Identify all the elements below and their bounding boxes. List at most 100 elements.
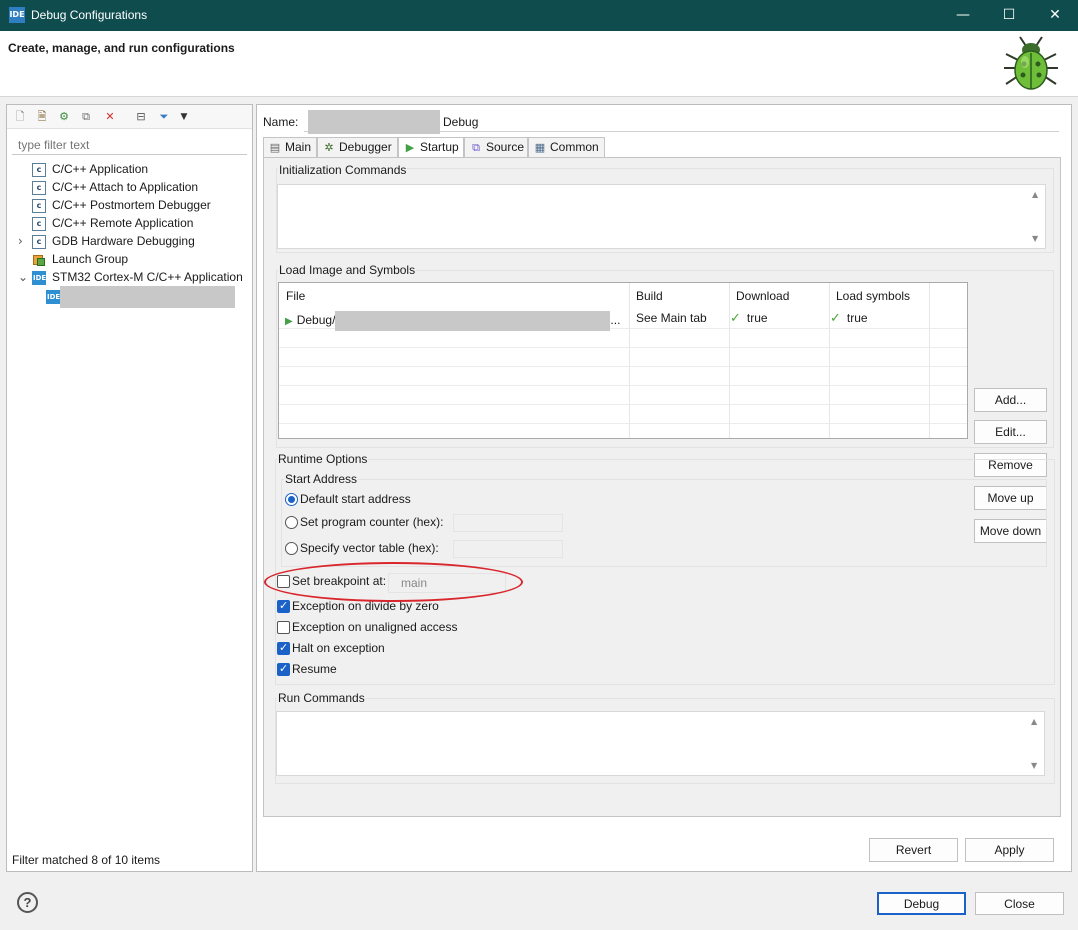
close-button[interactable]: Close (975, 892, 1064, 915)
ide-config-icon: IDE (32, 270, 46, 285)
c-config-icon: c (32, 162, 46, 177)
help-icon[interactable]: ? (17, 892, 38, 913)
c-config-icon: c (32, 198, 46, 213)
vector-table-input[interactable] (453, 540, 563, 558)
close-window-button[interactable]: ✕ (1032, 0, 1078, 31)
collapse-all-icon[interactable]: ⊟ (134, 110, 148, 124)
divide-by-zero-checkbox[interactable] (277, 599, 290, 613)
dialog-banner: Create, manage, and run configurations (0, 31, 1078, 97)
duplicate-icon[interactable]: ⧉ (79, 110, 93, 124)
unaligned-access-checkbox[interactable] (277, 621, 290, 634)
debug-bug-icon (1004, 36, 1058, 90)
new-config-icon[interactable]: 🗋 (13, 110, 27, 124)
minimize-button[interactable]: — (940, 0, 986, 31)
tree-item-cpp-postmortem[interactable]: c C/C++ Postmortem Debugger (32, 196, 211, 214)
tree-item-label: GDB Hardware Debugging (52, 234, 195, 248)
filter-icon[interactable]: ⏷ (157, 110, 171, 124)
checkmark-icon: ✓ (730, 311, 741, 326)
tab-label: Startup (420, 140, 459, 154)
init-commands-label: Initialization Commands (278, 163, 408, 177)
default-start-radio[interactable] (285, 493, 298, 506)
source-icon: ⧉ (472, 141, 480, 154)
bug-icon: ✲ (324, 141, 334, 154)
default-start-label: Default start address (300, 492, 411, 506)
tree-item-stm32-application[interactable]: ⌄ IDE STM32 Cortex-M C/C++ Application (18, 268, 243, 286)
c-config-icon: c (32, 180, 46, 195)
program-counter-radio[interactable] (285, 516, 298, 529)
column-header-file[interactable]: File (286, 289, 305, 303)
tab-main[interactable]: ▤ Main (263, 137, 317, 158)
add-button[interactable]: Add... (974, 388, 1047, 412)
tab-debugger[interactable]: ✲ Debugger (317, 137, 398, 158)
vertical-scrollbar[interactable]: ▲ ▼ (1028, 712, 1044, 775)
tab-startup[interactable]: ▶ Startup (398, 137, 464, 159)
collapse-chevron-down-icon[interactable]: ⌄ (18, 268, 32, 286)
scroll-down-icon[interactable]: ▼ (1031, 761, 1037, 770)
redacted-name-prefix (308, 110, 440, 134)
tree-item-launch-group[interactable]: Launch Group (32, 250, 128, 268)
debug-button[interactable]: Debug (877, 892, 966, 915)
play-icon: ▶ (405, 141, 415, 154)
tree-item-cpp-application[interactable]: c C/C++ Application (32, 160, 148, 178)
tree-item-label: C/C++ Postmortem Debugger (52, 198, 211, 212)
column-header-build[interactable]: Build (636, 289, 663, 303)
tab-source[interactable]: ⧉ Source (464, 137, 528, 158)
tree-item-selected-config[interactable]: IDE (46, 286, 235, 308)
build-cell: See Main tab (636, 311, 707, 325)
load-symbols-value: true (846, 311, 868, 325)
launch-group-icon (32, 253, 46, 267)
init-commands-textarea[interactable]: ▲ ▼ (277, 184, 1046, 249)
config-name-suffix: Debug (443, 115, 479, 129)
unaligned-access-label: Exception on unaligned access (292, 620, 458, 634)
edit-button[interactable]: Edit... (974, 420, 1047, 444)
tree-toolbar: 🗋 🗎 ⚙ ⧉ ✕ ⊟ ⏷ ▼ (7, 105, 252, 129)
tab-common[interactable]: ▦ Common (528, 137, 605, 158)
run-commands-label: Run Commands (277, 691, 366, 705)
program-counter-label: Set program counter (hex): (300, 515, 444, 529)
config-name-field[interactable]: Debug (304, 110, 1059, 134)
program-counter-input[interactable] (453, 514, 563, 532)
view-menu-chevron-down-icon[interactable]: ▼ (177, 110, 191, 124)
tree-item-label: C/C++ Attach to Application (52, 180, 199, 194)
scroll-up-icon[interactable]: ▲ (1032, 190, 1038, 199)
vertical-scrollbar[interactable]: ▲ ▼ (1029, 185, 1045, 248)
halt-on-exception-label: Halt on exception (292, 641, 385, 655)
tree-item-cpp-attach[interactable]: c C/C++ Attach to Application (32, 178, 198, 196)
apply-button[interactable]: Apply (965, 838, 1054, 862)
resume-checkbox[interactable] (277, 662, 290, 676)
export-icon[interactable]: ⚙ (57, 110, 71, 124)
scroll-down-icon[interactable]: ▼ (1032, 234, 1038, 243)
redacted-file-path (335, 311, 611, 331)
file-cell-ellipsis: ... (610, 313, 621, 328)
play-icon: ▶ (285, 316, 293, 328)
column-header-download[interactable]: Download (736, 289, 789, 303)
load-symbols-cell: ✓ true (830, 311, 868, 326)
common-icon: ▦ (534, 141, 546, 154)
expand-chevron-right-icon[interactable]: › (18, 232, 32, 250)
column-header-load-symbols[interactable]: Load symbols (836, 289, 910, 303)
c-config-icon: c (32, 234, 46, 249)
vector-table-label: Specify vector table (hex): (300, 541, 439, 555)
revert-button[interactable]: Revert (869, 838, 958, 862)
tree-item-cpp-remote[interactable]: c C/C++ Remote Application (32, 214, 193, 232)
maximize-button[interactable]: ☐ (986, 0, 1032, 31)
main-tab-icon: ▤ (269, 141, 281, 154)
delete-icon[interactable]: ✕ (103, 110, 117, 124)
new-prototype-icon[interactable]: 🗎 (35, 110, 49, 124)
halt-on-exception-checkbox[interactable] (277, 641, 290, 655)
vector-table-radio[interactable] (285, 542, 298, 555)
dialog-heading: Create, manage, and run configurations (8, 41, 235, 55)
filter-input[interactable] (12, 135, 247, 155)
ide-app-icon: IDE (9, 7, 25, 23)
runtime-options-label: Runtime Options (277, 452, 369, 466)
load-image-table[interactable]: File Build Download Load symbols ▶ Debug/… (278, 282, 968, 439)
title-bar: IDE Debug Configurations — ☐ ✕ (0, 0, 1078, 31)
tab-label: Main (285, 140, 312, 154)
tree-item-gdb-hardware[interactable]: › c GDB Hardware Debugging (18, 232, 195, 250)
scroll-up-icon[interactable]: ▲ (1031, 717, 1037, 726)
load-image-label: Load Image and Symbols (278, 263, 417, 277)
run-commands-textarea[interactable]: ▲ ▼ (276, 711, 1045, 776)
redacted-config-name (60, 286, 235, 308)
tree-item-label: Launch Group (52, 252, 129, 266)
table-row[interactable]: ▶ Debug/... (285, 311, 620, 331)
